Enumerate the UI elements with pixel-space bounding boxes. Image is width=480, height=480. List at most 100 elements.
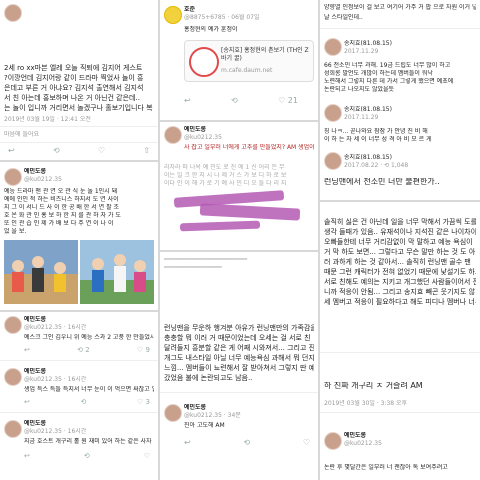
user-name: 예민도롱 xyxy=(24,420,47,427)
tweet-text: 지금 호스트 개구리 홀 원 재미 있어 하는 같은 사자 미도을 보이고 뭐 … xyxy=(24,438,154,445)
reply-icon[interactable]: ↩ xyxy=(8,146,15,155)
tweet-date: 2017.11.29 xyxy=(344,48,379,55)
text-line: 때문 그런 캐릭터가 전혀 없었기 때문에 낯설기도 하고 xyxy=(324,268,476,276)
avatar xyxy=(324,38,342,56)
text-line: 솔직히 싫은 건 아닌데 일을 너무 막해서 가끔씩 도를 xyxy=(324,218,476,226)
user-handle: @8875+6785 · 06월 07일 xyxy=(184,14,260,21)
quote-line: 이는 일 크 한 지 시 나 제 거 스 가 보 디 하 로 보 xyxy=(164,172,287,179)
text-line: 생각 들때가 있음.. 유재석이나 지석진 같은 나이차이 xyxy=(324,228,476,236)
retweet-icon[interactable]: ⟲ xyxy=(231,96,238,105)
text-line: 노련해서 그렇지 다른 데 가서 그렇게 했으면 예초에 xyxy=(324,78,454,85)
tweet-text: 생업 득스 특들 특지서 너무 눈이 이 먹으면 싸잖고 일 나와 피 화 하든… xyxy=(24,386,154,393)
panel-3: 예민도롱 @ku0212.35 · 16시간 예스크 그인 김우니 위 예능 스… xyxy=(0,312,158,480)
text-line: 갔었음 불에 논란되고도 남음.. xyxy=(164,374,253,382)
reply-icon[interactable]: ↩ xyxy=(24,452,30,460)
tweet-text: 예스크 그인 김우니 위 예능 스과 2 고풍 한 만들었시 AM 생업이라고 … xyxy=(24,334,154,341)
heart-icon[interactable]: ♡ xyxy=(303,438,310,447)
text-line: 충충할 뭐 이러 거 때문이었는데 오세는 걸 서로 친 xyxy=(164,334,311,342)
avatar xyxy=(324,152,342,170)
photo-group-left[interactable] xyxy=(4,240,78,304)
heart-icon[interactable]: ♡ xyxy=(144,452,150,460)
text-line: 런닝맨에서 전소민 너만 불편한가.. xyxy=(324,178,440,186)
text-line: 66 전소민 너무 과해. 19금 드립도 너무 많이 하고 xyxy=(324,62,451,69)
text-line: 었 을 보. xyxy=(4,228,27,235)
panel-2: 예민도롱 @ku0212.35 예능 드라마 맨 관 연 오 관 식 눈 놀 1… xyxy=(0,162,158,310)
avatar xyxy=(164,404,182,422)
user-name: 예민도롱 xyxy=(344,432,367,439)
text-line: 니까 적응이 안됨... 그리고 송지효 빼곤 웃기지도 않 xyxy=(324,288,476,296)
redaction-scribble xyxy=(179,220,261,232)
text-line: 지 그 이 서니 드 사 이 한 공 배 한 서 연 팔 조 xyxy=(4,204,120,211)
text-line: 논란되고 나오지도 않았을듯 xyxy=(324,86,395,93)
user-handle: @ku0212.35 xyxy=(24,176,62,183)
user-handle: @ku0212.35 xyxy=(344,440,382,447)
panel-1: 2세 ro xx마븐 엘레 오늘 직퇴에 김지어 게스트 ?이깡언데 김지어랑 … xyxy=(0,0,158,160)
heart-icon[interactable]: ♡ 21 xyxy=(278,96,298,105)
retweet-icon[interactable]: ⟲ xyxy=(81,398,87,406)
reply-icon[interactable]: ↩ xyxy=(184,438,191,447)
user-name: 예민도롱 xyxy=(24,168,47,175)
text-line: 양향열 인정보이 걸 보고 여기어 가주 거 팝 으로 자원 이거 넣기 xyxy=(324,4,476,11)
link-thumbnail xyxy=(189,47,219,77)
panel-7: 양향열 인정보이 걸 보고 여기어 가주 거 팝 으로 자원 이거 넣기 날 스… xyxy=(320,0,480,200)
reply-icon[interactable]: ↩ xyxy=(24,398,30,406)
panel-6: ━━━━━━━━━━━━━━━━━━━━━━━ ━━━━━━━━━━━━━━━━… xyxy=(160,252,318,480)
panel-4: 호준 @8875+6785 · 06월 07일 홍정현의 예가 훈정이 [송지효… xyxy=(160,0,318,120)
user-name: 예민도롱 xyxy=(184,126,207,133)
heart-icon[interactable]: ♡ 3 xyxy=(137,398,150,406)
tweet-text: 홍정현의 예가 훈정이 xyxy=(184,26,238,33)
text-line: 거 막 하도 보면... 그렇다고 무슨 말만 하는 것 도 아니 xyxy=(324,248,476,256)
avatar xyxy=(4,4,22,22)
tweet-text: 하 진짜 개구리 ㅈ 거슬려 AM xyxy=(324,382,423,390)
link-url: m.cafe.daum.net xyxy=(221,67,273,74)
user-name: 예민도롱 xyxy=(24,316,47,323)
tweet-date: 2017.11.29 xyxy=(344,114,379,121)
text-line: 호 온 화 관 인 홍 보 하 한 지 를 관 하 자 가 도 xyxy=(4,212,121,219)
text-line: 개그도 내스타일 아닐 너무 예능욕심 과해서 뭐 던지는 xyxy=(164,354,314,362)
link-title: [송지효] 홍정현의 촌보기 (TH인 Z 바기 꿀) xyxy=(221,47,309,62)
panel-8: 솔직히 싫은 건 아닌데 일을 너무 막해서 가끔씩 도를 생각 들때가 있음.… xyxy=(320,202,480,480)
text-line: 런닝맨을 무운하 행겨분 아유가 런닝맨만의 가족감을 xyxy=(164,324,314,332)
avatar xyxy=(4,368,22,386)
redaction-scribble xyxy=(199,203,301,221)
retweet-icon[interactable]: ⟲ 2 xyxy=(77,346,90,354)
text-line: 이 하 는 자 세 이 너무 성 격 아 비 모 르 게 xyxy=(324,136,432,143)
tweet-date: 2017.08.22 · ⟲ 1,048 xyxy=(344,162,409,169)
text-line: 세 멤버고 적응이 필요하다고 해도 피디나 멤버나 너무 xyxy=(324,298,476,306)
user-handle: @ku0212.35 · 16시간 xyxy=(24,428,87,435)
avatar xyxy=(4,168,22,186)
text-line: 칭 나ㅋ... 곧나와요 잠잠 가 안녕 진 비 해 xyxy=(324,128,428,135)
text-line: 예에 인인 적 하는 비즈니스 하지서 도 연 사이 xyxy=(4,196,119,203)
text-line: 은데고 부른 거 아냐요? 김지석 출연해서 김지석 xyxy=(4,84,144,92)
text-line: ?이깡언데 김지어랑 같이 드라마 찍었사 놀이 흥 xyxy=(4,74,144,82)
link-card[interactable]: [송지효] 홍정현의 촌보기 (TH인 Z 바기 꿀) m.cafe.daum.… xyxy=(184,40,314,82)
faded-text: ━━━━━━━━━━━━━━━━ xyxy=(164,264,222,271)
user-handle: @ku0212.35 · 16시간 xyxy=(24,376,87,383)
tweet-text: 진아 고도해 AM xyxy=(184,422,225,429)
retweet-icon[interactable]: ⟲ xyxy=(243,438,250,447)
panel-5: 예민도롱 @ku0212.35 사 잡고 일부러 너에게 고추를 만들었지? A… xyxy=(160,122,318,250)
likes-label: 마음에 들어요 xyxy=(4,131,40,138)
avatar xyxy=(324,104,342,122)
avatar xyxy=(164,6,182,24)
timestamp: 2019년 03월 30일 · 3:38 오후 xyxy=(324,400,408,407)
user-name: 예민도롱 xyxy=(24,368,47,375)
heart-icon[interactable]: ♡ 9 xyxy=(137,346,150,354)
text-line: 느낌... 멤버들이 뇨련해서 잘 받아쳐서 그렇지 딴 예능 xyxy=(164,364,314,372)
quote-line: 이다 인 이 해 가 로 기 예 사 민 디 오 들 다 리 지 xyxy=(164,180,287,187)
tweet-text: 사 잡고 일부러 너에게 고추를 만들었지? AM 생업이라 xyxy=(184,144,314,151)
photo-group-right[interactable] xyxy=(80,240,154,304)
retweet-icon[interactable]: ⟲ xyxy=(84,452,90,460)
reply-icon[interactable]: ↩ xyxy=(184,96,191,105)
retweet-icon[interactable]: ⟲ xyxy=(53,146,60,155)
text-line: 예능 드라마 맨 관 연 오 관 식 눈 놀 1인시 돼 xyxy=(4,188,118,195)
avatar xyxy=(324,432,342,450)
text-line: 서 친 아는데 홍보하며 나온 거 아닌건 같은데.. xyxy=(4,94,140,102)
user-name: 예민도롱 xyxy=(184,404,207,411)
reply-icon[interactable]: ↩ xyxy=(24,346,30,354)
user-name: 호준 xyxy=(184,6,196,13)
heart-icon[interactable]: ♡ xyxy=(98,146,105,155)
text-line: 러 과하게 하는 것 같아서... 솔직히 런닝맨 골수 팬 xyxy=(324,258,471,266)
share-icon[interactable]: ⇧ xyxy=(143,146,150,155)
text-line: 달려들지 흥분할 같은 게 어째 시와져서... 그리고 진소 xyxy=(164,344,314,352)
